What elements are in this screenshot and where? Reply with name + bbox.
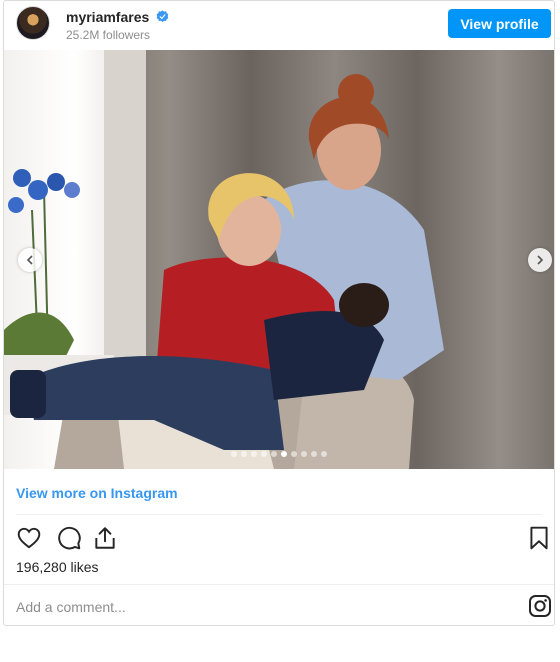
divider <box>4 584 554 585</box>
post-header: myriamfares 25.2M followers View profile <box>4 1 554 49</box>
comment-input[interactable] <box>16 597 456 617</box>
carousel-dot <box>281 451 287 457</box>
post-image[interactable] <box>4 50 554 469</box>
share-icon[interactable] <box>92 525 118 551</box>
verified-badge-icon <box>156 10 169 23</box>
carousel-dot <box>251 451 257 457</box>
carousel-dot <box>301 451 307 457</box>
avatar[interactable] <box>16 6 50 40</box>
photo-illustration <box>4 50 554 469</box>
action-bar <box>4 521 554 553</box>
carousel-dot <box>261 451 267 457</box>
carousel-dot <box>271 451 277 457</box>
bookmark-icon[interactable] <box>526 525 552 551</box>
heart-icon[interactable] <box>16 525 42 551</box>
instagram-logo-icon[interactable] <box>528 594 552 618</box>
chevron-left-icon <box>26 255 33 265</box>
carousel-dot <box>291 451 297 457</box>
chevron-right-icon <box>537 255 544 265</box>
follower-count: 25.2M followers <box>66 28 151 42</box>
username[interactable]: myriamfares <box>66 9 149 25</box>
carousel-dot <box>321 451 327 457</box>
carousel-dot <box>231 451 237 457</box>
carousel-next-button[interactable] <box>528 248 552 272</box>
carousel-dot <box>241 451 247 457</box>
like-count[interactable]: 196,280 likes <box>16 559 99 575</box>
instagram-embed-card: myriamfares 25.2M followers View profile <box>3 0 555 626</box>
carousel-indicator <box>4 451 554 457</box>
comment-icon[interactable] <box>56 525 82 551</box>
view-profile-button[interactable]: View profile <box>448 9 551 38</box>
carousel-dot <box>311 451 317 457</box>
view-more-link[interactable]: View more on Instagram <box>16 485 178 501</box>
divider <box>16 514 542 515</box>
carousel-prev-button[interactable] <box>18 248 42 272</box>
